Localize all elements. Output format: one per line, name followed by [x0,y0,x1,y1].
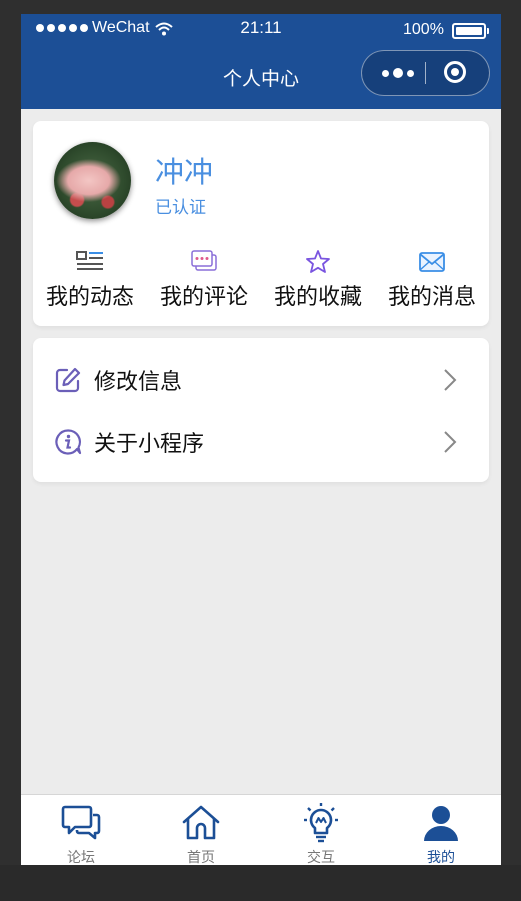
tab-mine[interactable]: 我的 [381,795,501,865]
more-dot-icon [393,68,403,78]
shortcut-my-favorites[interactable]: 我的收藏 [261,249,375,311]
tab-label: 我的 [427,850,455,865]
edit-icon [55,367,81,393]
more-menu-button[interactable] [376,51,420,95]
home-icon [182,805,220,840]
shortcut-label: 我的动态 [45,285,134,310]
tab-forum[interactable]: 论坛 [21,795,141,865]
tab-bar: 论坛 首页 交互 我的 [21,794,501,865]
user-icon [424,806,458,841]
verification-status: 已认证 [155,198,206,218]
more-dot-icon [407,69,414,77]
tab-label: 论坛 [67,850,95,865]
miniprogram-capsule [361,50,490,96]
close-miniprogram-button[interactable] [444,61,466,83]
settings-menu: 修改信息 关于小程序 [33,338,489,482]
tab-interaction[interactable]: 交互 [261,795,381,865]
menu-item-label: 修改信息 [94,370,183,395]
avatar[interactable] [54,142,131,219]
menu-item-edit-info[interactable]: 修改信息 [33,350,489,412]
menu-item-label: 关于小程序 [94,432,205,457]
star-icon [306,250,330,273]
envelope-icon [419,252,445,272]
shortcut-my-posts[interactable]: 我的动态 [33,249,147,311]
capsule-divider [425,62,426,84]
phone-screen: WeChat 21:11 100% 个人中心 冲冲 已认证 我的动态 我的评论 … [21,14,501,865]
tab-label: 交互 [307,850,335,865]
shortcut-label: 我的消息 [387,285,476,310]
profile-card: 冲冲 已认证 我的动态 我的评论 我的收藏 我的消息 [33,121,489,326]
comment-bubbles-icon [191,250,217,271]
lightbulb-icon [304,803,338,843]
shortcut-label: 我的收藏 [273,285,362,310]
more-dot-icon [382,69,389,77]
tab-home[interactable]: 首页 [141,795,261,865]
chat-bubbles-icon [61,805,101,840]
navigation-bar: 个人中心 [21,44,501,109]
tab-label: 首页 [187,850,215,865]
device-frame-bottom [0,865,521,901]
status-bar: WeChat 21:11 100% [21,14,501,44]
news-list-icon [76,251,103,270]
info-icon [55,429,82,455]
username: 冲冲 [155,155,214,189]
shortcut-my-messages[interactable]: 我的消息 [375,249,489,311]
chevron-right-icon [444,431,457,453]
shortcut-my-comments[interactable]: 我的评论 [147,249,261,311]
battery-icon [452,23,489,39]
chevron-right-icon [444,369,457,391]
shortcut-label: 我的评论 [159,285,248,310]
battery-percent: 100% [403,21,444,38]
menu-item-about[interactable]: 关于小程序 [33,412,489,474]
